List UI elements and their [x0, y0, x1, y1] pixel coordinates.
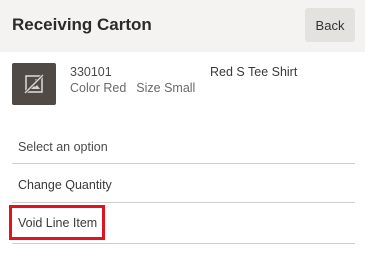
divider [12, 202, 355, 203]
item-sku: 330101 [70, 65, 112, 79]
item-attributes: Color Red Size Small [70, 81, 195, 95]
change-quantity-option[interactable]: Change Quantity [18, 178, 112, 192]
divider [12, 163, 355, 164]
divider [12, 243, 355, 244]
header-bar: Receiving Carton Back [0, 0, 365, 52]
back-button[interactable]: Back [305, 8, 355, 42]
select-option-prompt: Select an option [18, 140, 108, 154]
item-color: Color Red [70, 81, 127, 95]
highlight-box [9, 205, 105, 240]
item-name: Red S Tee Shirt [210, 65, 298, 79]
page-title: Receiving Carton [12, 15, 152, 34]
image-unavailable-icon [12, 63, 56, 105]
item-size: Size Small [136, 81, 196, 95]
